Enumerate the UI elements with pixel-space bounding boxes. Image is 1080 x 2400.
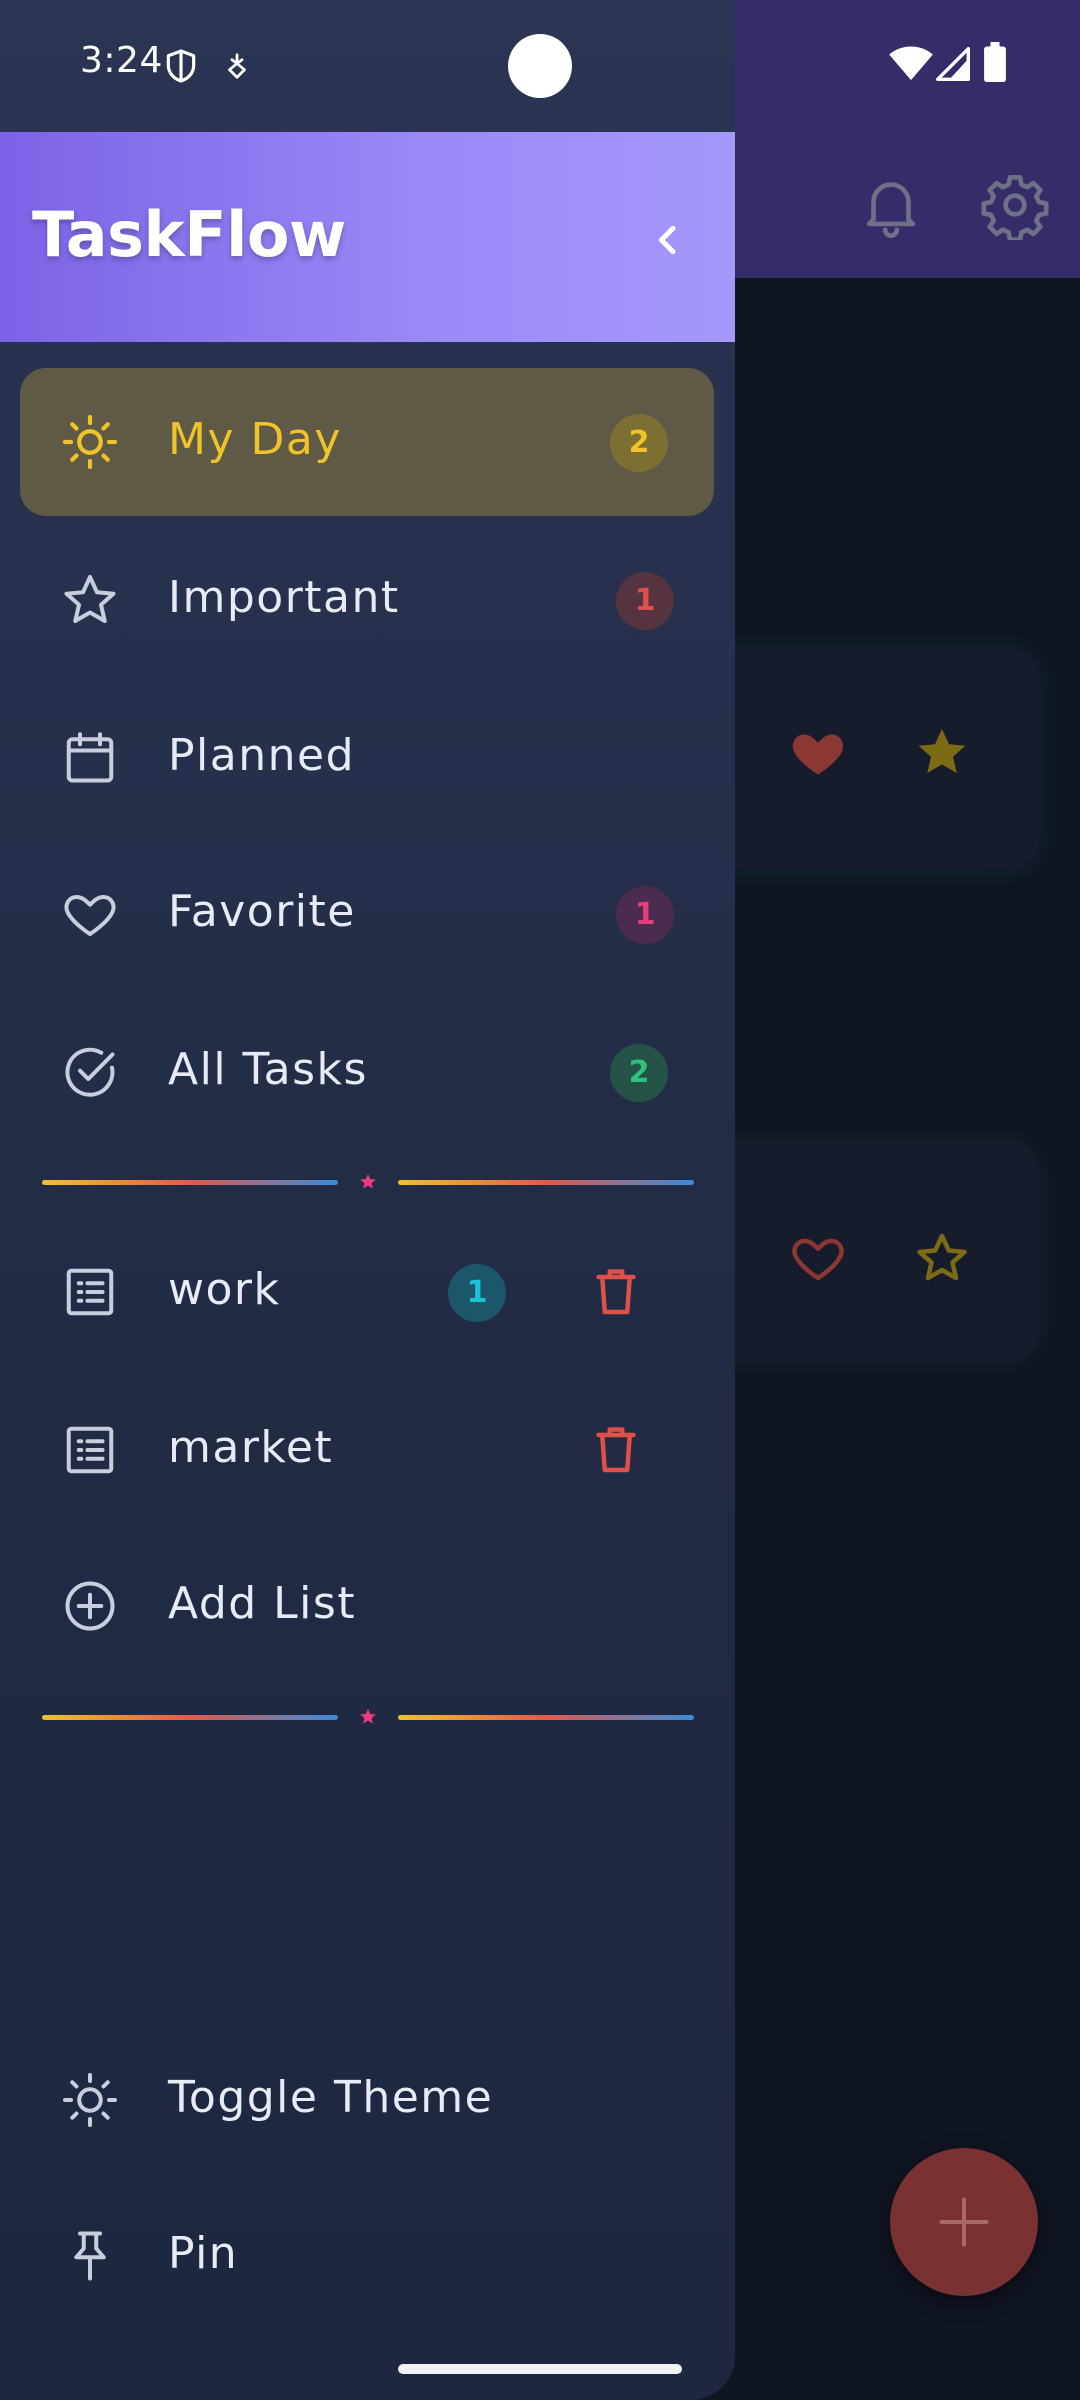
app-title: TaskFlow — [32, 198, 346, 271]
toggle-theme-button[interactable]: Toggle Theme — [20, 2026, 714, 2174]
bell-icon[interactable] — [856, 170, 926, 240]
count-badge: 1 — [448, 1264, 506, 1322]
status-time: 3:24 — [80, 40, 163, 81]
cellular-signal-icon — [936, 47, 970, 81]
star-filled-icon[interactable] — [912, 722, 972, 782]
pin-icon — [60, 2226, 120, 2286]
add-list-label: Add List — [168, 1578, 357, 1629]
pin-button[interactable]: Pin — [20, 2182, 714, 2330]
star-outline-icon — [60, 570, 120, 630]
section-divider — [40, 1707, 696, 1727]
nav-item-label: Important — [168, 572, 400, 623]
count-badge: 1 — [616, 886, 674, 944]
star-outline-icon[interactable] — [912, 1228, 972, 1288]
list-item-label: work — [168, 1264, 281, 1315]
chevron-left-icon — [658, 225, 676, 255]
toggle-theme-label: Toggle Theme — [168, 2072, 494, 2123]
nav-item-favorite[interactable]: Favorite 1 — [20, 840, 714, 988]
star-icon — [360, 1709, 376, 1724]
list-item-work[interactable]: work 1 — [20, 1218, 714, 1366]
pin-label: Pin — [168, 2228, 239, 2279]
divider-line — [398, 1180, 694, 1185]
heart-filled-icon[interactable] — [788, 722, 848, 782]
battery-icon — [984, 42, 1006, 82]
nav-item-label: All Tasks — [168, 1044, 368, 1095]
drawer-header: TaskFlow — [0, 132, 735, 342]
count-badge: 2 — [610, 414, 668, 472]
count-badge: 1 — [616, 572, 674, 630]
nav-item-my-day[interactable]: My Day 2 — [20, 368, 714, 516]
sun-icon — [60, 412, 120, 472]
gear-icon[interactable] — [980, 170, 1050, 240]
data-saver-icon — [228, 53, 246, 79]
heart-outline-icon[interactable] — [788, 1228, 848, 1288]
count-badge: 2 — [610, 1044, 668, 1102]
plus-icon — [939, 2197, 989, 2247]
list-icon — [60, 1262, 120, 1322]
nav-item-all-tasks[interactable]: All Tasks 2 — [20, 998, 714, 1146]
list-icon — [60, 1420, 120, 1480]
delete-list-button[interactable] — [586, 1262, 646, 1322]
collapse-drawer-button[interactable] — [630, 202, 706, 278]
list-item-market[interactable]: market — [20, 1376, 714, 1524]
nav-item-label: My Day — [168, 414, 342, 465]
divider-line — [42, 1715, 338, 1720]
nav-item-label: Planned — [168, 730, 355, 781]
section-divider — [40, 1172, 696, 1192]
heart-outline-icon — [60, 884, 120, 944]
nav-item-label: Favorite — [168, 886, 356, 937]
shield-icon — [166, 49, 196, 83]
plus-circle-icon — [60, 1576, 120, 1636]
delete-list-button[interactable] — [586, 1420, 646, 1480]
add-task-button[interactable] — [890, 2148, 1038, 2296]
camera-cutout — [508, 34, 572, 98]
trash-icon — [596, 1269, 636, 1315]
divider-line — [42, 1180, 338, 1185]
wifi-icon — [889, 46, 933, 81]
task-card[interactable] — [690, 1140, 1040, 1362]
divider-line — [398, 1715, 694, 1720]
navigation-drawer: TaskFlow My Day 2 Important 1 Planned Fa… — [0, 0, 735, 2400]
nav-item-important[interactable]: Important 1 — [20, 526, 714, 674]
add-list-button[interactable]: Add List — [20, 1532, 714, 1680]
list-item-label: market — [168, 1422, 334, 1473]
status-bar: 3:24 — [0, 0, 1080, 132]
check-circle-icon — [60, 1042, 120, 1102]
sun-icon — [60, 2070, 120, 2130]
home-indicator[interactable] — [398, 2364, 682, 2374]
trash-icon — [596, 1427, 636, 1473]
star-icon — [360, 1174, 376, 1189]
task-card[interactable] — [690, 648, 1040, 870]
calendar-icon — [60, 728, 120, 788]
nav-item-planned[interactable]: Planned — [20, 684, 714, 832]
